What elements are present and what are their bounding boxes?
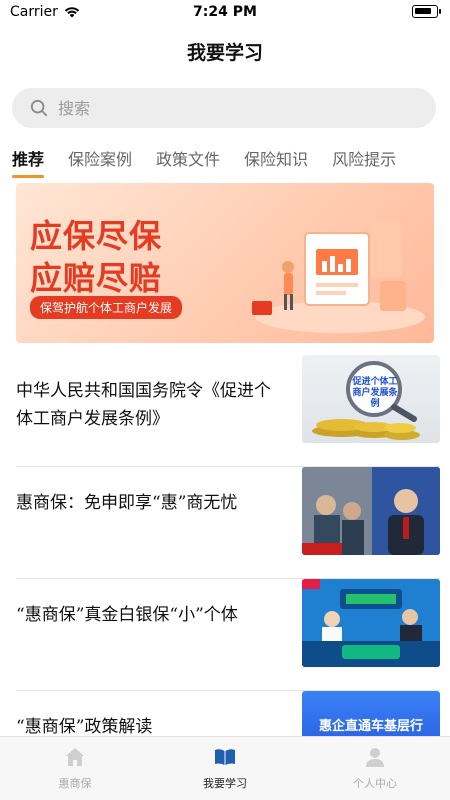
home-icon [66, 748, 84, 766]
category-tabs: 推荐 保险案例 政策文件 保险知识 风险提示 [12, 146, 444, 178]
tv-studio-image [302, 579, 440, 667]
search-bar[interactable] [12, 88, 436, 128]
tabbar-item-profile[interactable]: 个人中心 [300, 737, 450, 800]
list-item[interactable]: 惠商保：免申即享“惠”商无忧 [16, 467, 440, 579]
page-title: 我要学习 [186, 42, 263, 64]
news-thumbnail [302, 579, 440, 667]
battery-icon [412, 5, 441, 18]
promo-banner[interactable]: 应保尽保 应赔尽赔 保驾护航个体工商户发展 [16, 183, 434, 343]
banner-headline-1: 应保尽保 [30, 217, 163, 255]
person-icon [366, 748, 384, 767]
tabbar-label-profile: 个人中心 [353, 777, 397, 790]
bottom-tab-bar: 惠商保 我要学习 个人中心 [0, 736, 450, 800]
thumbnail-caption: 促进个体工商户发展条例 [352, 377, 398, 409]
tabbar-item-study[interactable]: 我要学习 [150, 737, 300, 800]
tabbar-item-home[interactable]: 惠商保 [0, 737, 150, 800]
tab-policy-documents[interactable]: 政策文件 [156, 146, 220, 178]
tab-insurance-cases[interactable]: 保险案例 [68, 146, 132, 178]
list-item[interactable]: 中华人民共和国国务院令《促进个体工商户发展条例》 促进个体工商户发展条例 [16, 355, 440, 467]
banner-headline-2: 应赔尽赔 [30, 259, 163, 297]
news-title: 惠商保：免申即享“惠”商无忧 [16, 493, 238, 513]
search-icon [30, 99, 48, 117]
news-title: 中华人民共和国国务院令《促进个体工商户发展条例》 [16, 381, 271, 429]
news-title: “惠商保”真金白银保“小”个体 [16, 605, 238, 625]
news-anchor-image [302, 467, 440, 555]
tab-recommend[interactable]: 推荐 [12, 146, 45, 178]
thumbnail-caption: 惠企直通车基层行 [318, 719, 423, 734]
list-item[interactable]: “惠商保”真金白银保“小”个体 [16, 579, 440, 691]
tabbar-label-home: 惠商保 [58, 777, 92, 790]
news-list: 中华人民共和国国务院令《促进个体工商户发展条例》 促进个体工商户发展条例 惠商保… [16, 355, 440, 800]
news-thumbnail [302, 467, 440, 555]
tab-insurance-knowledge[interactable]: 保险知识 [244, 146, 308, 178]
banner-tagline: 保驾护航个体工商户发展 [30, 296, 183, 319]
search-input[interactable] [58, 98, 398, 118]
tabbar-label-study: 我要学习 [203, 777, 247, 790]
news-thumbnail: 促进个体工商户发展条例 [302, 355, 440, 443]
tab-risk-alerts[interactable]: 风险提示 [332, 146, 396, 178]
status-time: 7:24 PM [193, 4, 257, 20]
book-icon [215, 749, 235, 765]
banner-illustration [252, 219, 425, 333]
status-bar: Carrier 7:24 PM [0, 0, 450, 24]
